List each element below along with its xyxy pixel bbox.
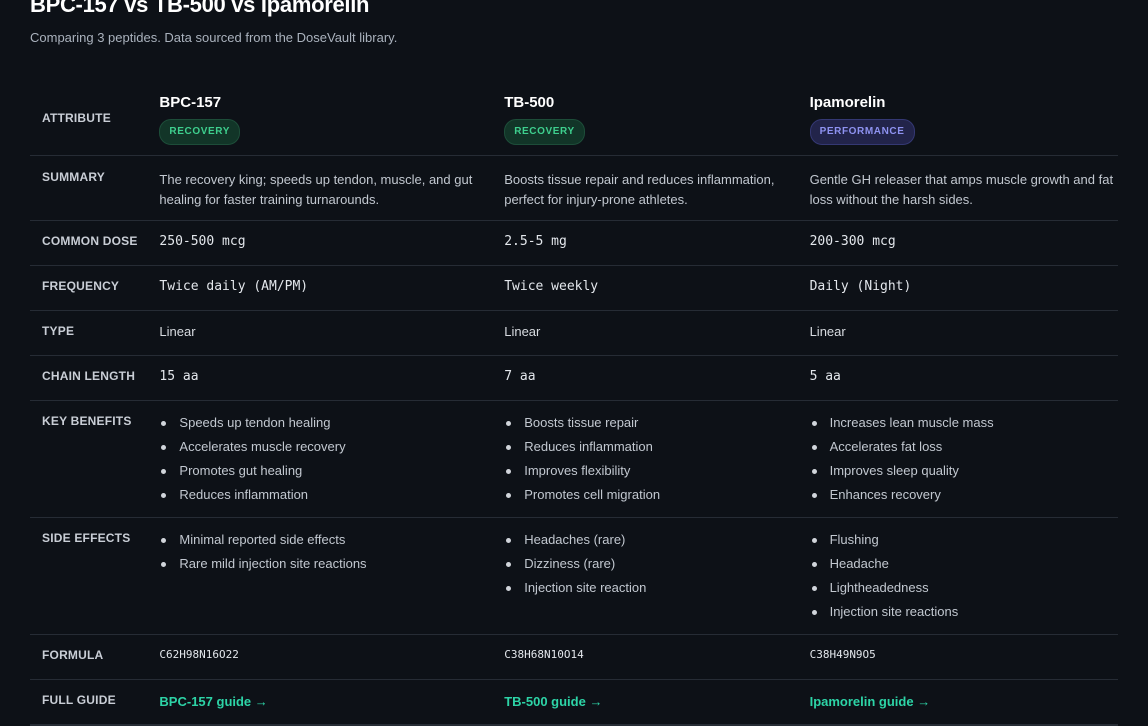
row-label: KEY BENEFITS xyxy=(42,414,132,428)
list-item: Accelerates muscle recovery xyxy=(159,435,504,459)
list-item: Rare mild injection site reactions xyxy=(159,552,504,576)
list-item: Promotes cell migration xyxy=(504,483,809,507)
table-row-side-effects: SIDE EFFECTS Minimal reported side effec… xyxy=(30,517,1118,635)
row-label: CHAIN LENGTH xyxy=(42,369,136,383)
summary-cell: The recovery king; speeds up tendon, mus… xyxy=(159,172,473,207)
peptide-header-bpc157: BPC-157 RECOVERY xyxy=(159,80,505,156)
table-row-key-benefits: KEY BENEFITS Speeds up tendon healing Acc… xyxy=(30,400,1118,518)
row-label: SIDE EFFECTS xyxy=(42,531,131,545)
type-cell: Linear xyxy=(159,324,196,339)
list-item: Increases lean muscle mass xyxy=(810,411,1118,435)
row-label: FORMULA xyxy=(42,648,104,662)
chain-length-cell: 15 aa xyxy=(159,369,199,384)
formula-cell: C38H49N9O5 xyxy=(809,648,876,661)
dose-cell: 200-300 mcg xyxy=(809,234,896,249)
frequency-cell: Twice weekly xyxy=(504,279,599,294)
side-effects-list: Headaches (rare) Dizziness (rare) Injectio… xyxy=(504,528,809,600)
list-item: Lightheadedness xyxy=(810,576,1118,600)
comparison-table: ATTRIBUTE BPC-157 RECOVERY TB-500 RECOVE… xyxy=(30,80,1118,724)
list-item: Headache xyxy=(810,552,1118,576)
formula-cell: C38H68N10O14 xyxy=(504,648,584,661)
dose-cell: 2.5-5 mg xyxy=(504,234,567,249)
row-label: FULL GUIDE xyxy=(42,693,116,707)
ipamorelin-guide-link[interactable]: Ipamorelin guide → xyxy=(810,694,931,709)
category-badge: PERFORMANCE xyxy=(809,119,915,145)
row-label: FREQUENCY xyxy=(42,279,120,293)
chain-length-cell: 7 aa xyxy=(504,369,536,384)
table-row-common-dose: COMMON DOSE 250-500 mcg 2.5-5 mg 200-300… xyxy=(30,220,1118,266)
benefits-list: Boosts tissue repair Reduces inflammation… xyxy=(504,411,809,507)
peptide-name: Ipamorelin xyxy=(809,94,886,111)
peptide-name: TB-500 xyxy=(504,94,555,111)
summary-cell: Boosts tissue repair and reduces inflamm… xyxy=(504,172,775,207)
chain-length-cell: 5 aa xyxy=(809,369,841,384)
page-title: BPC-157 vs TB-500 vs Ipamorelin xyxy=(30,0,370,17)
peptide-name: BPC-157 xyxy=(159,94,222,111)
frequency-cell: Twice daily (AM/PM) xyxy=(159,279,309,294)
dose-cell: 250-500 mcg xyxy=(159,234,246,249)
list-item: Headaches (rare) xyxy=(504,528,809,552)
summary-cell: Gentle GH releaser that amps muscle grow… xyxy=(809,172,1114,207)
row-label: TYPE xyxy=(42,324,75,338)
table-row-type: TYPE Linear Linear Linear xyxy=(30,310,1118,356)
benefits-list: Increases lean muscle mass Accelerates fa… xyxy=(810,411,1118,507)
side-effects-list: Flushing Headache Lightheadedness Injection… xyxy=(810,528,1118,624)
list-item: Injection site reactions xyxy=(810,600,1118,624)
list-item: Flushing xyxy=(810,528,1118,552)
table-row-formula: FORMULA C62H98N16O22 C38H68N10O14 C38H49… xyxy=(30,634,1118,680)
table-row-full-guide: FULL GUIDE BPC-157 guide → TB-500 guide … xyxy=(30,680,1118,725)
list-item: Boosts tissue repair xyxy=(504,411,809,435)
tb500-guide-link[interactable]: TB-500 guide → xyxy=(504,694,602,709)
list-item: Improves flexibility xyxy=(504,459,809,483)
list-item: Improves sleep quality xyxy=(810,459,1118,483)
attribute-header: ATTRIBUTE xyxy=(30,80,160,156)
peptide-header-ipamorelin: Ipamorelin PERFORMANCE xyxy=(809,80,1118,156)
page-subtitle: Comparing 3 peptides. Data sourced from … xyxy=(30,30,398,45)
row-label: SUMMARY xyxy=(42,170,105,184)
list-item: Enhances recovery xyxy=(810,483,1118,507)
list-item: Dizziness (rare) xyxy=(504,552,809,576)
category-badge: RECOVERY xyxy=(159,119,240,145)
table-header-row: ATTRIBUTE BPC-157 RECOVERY TB-500 RECOVE… xyxy=(30,80,1118,156)
benefits-list: Speeds up tendon healing Accelerates musc… xyxy=(159,411,504,507)
list-item: Injection site reaction xyxy=(504,576,809,600)
list-item: Minimal reported side effects xyxy=(159,528,504,552)
table-row-chain-length: CHAIN LENGTH 15 aa 7 aa 5 aa xyxy=(30,355,1118,401)
formula-cell: C62H98N16O22 xyxy=(159,648,239,661)
row-label: COMMON DOSE xyxy=(42,234,138,248)
list-item: Promotes gut healing xyxy=(159,459,504,483)
list-item: Speeds up tendon healing xyxy=(159,411,504,435)
bpc157-guide-link[interactable]: BPC-157 guide → xyxy=(159,694,267,709)
side-effects-list: Minimal reported side effects Rare mild i… xyxy=(159,528,504,576)
list-item: Reduces inflammation xyxy=(504,435,809,459)
list-item: Accelerates fat loss xyxy=(810,435,1118,459)
type-cell: Linear xyxy=(809,324,846,339)
table-row-frequency: FREQUENCY Twice daily (AM/PM) Twice week… xyxy=(30,265,1118,311)
frequency-cell: Daily (Night) xyxy=(809,279,912,294)
table-row-summary: SUMMARY The recovery king; speeds up ten… xyxy=(30,155,1118,221)
peptide-header-tb500: TB-500 RECOVERY xyxy=(504,80,810,156)
list-item: Reduces inflammation xyxy=(159,483,504,507)
type-cell: Linear xyxy=(504,324,541,339)
category-badge: RECOVERY xyxy=(504,119,585,145)
